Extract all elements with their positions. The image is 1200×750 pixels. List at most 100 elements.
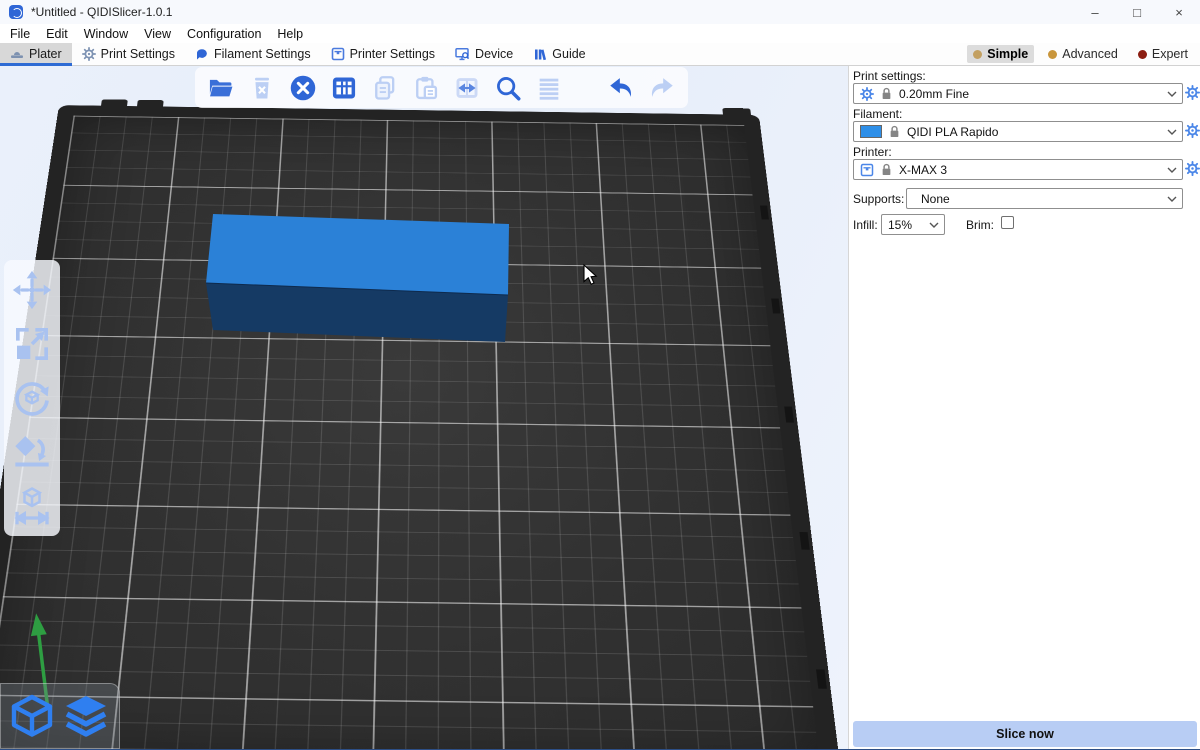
- slice-now-button[interactable]: Slice now: [853, 721, 1197, 747]
- lock-icon: [881, 163, 892, 176]
- undo-icon[interactable]: [607, 74, 635, 102]
- search-icon[interactable]: [494, 74, 522, 102]
- move-icon[interactable]: [12, 270, 52, 310]
- menu-edit[interactable]: Edit: [38, 27, 76, 41]
- mode-label: Advanced: [1062, 47, 1118, 61]
- filament-dropdown[interactable]: QIDI PLA Rapido: [853, 121, 1183, 142]
- gear-icon: [82, 47, 96, 61]
- supports-value: None: [921, 192, 950, 206]
- redo-icon[interactable]: [648, 74, 676, 102]
- top-toolbar: [195, 67, 688, 108]
- tab-label: Printer Settings: [350, 47, 435, 61]
- device-monitor-icon: [455, 47, 470, 61]
- printer-dropdown[interactable]: X-MAX 3: [853, 159, 1183, 180]
- tab-label: Print Settings: [101, 47, 175, 61]
- measure-icon[interactable]: [12, 486, 52, 526]
- guide-books-icon: [533, 47, 547, 61]
- menu-configuration[interactable]: Configuration: [179, 27, 269, 41]
- filament-icon: [195, 47, 209, 61]
- chevron-down-icon: [1167, 167, 1177, 173]
- split-objects-icon[interactable]: [453, 74, 481, 102]
- paste-icon[interactable]: [412, 74, 440, 102]
- simple-dot-icon: [973, 50, 982, 59]
- minimize-button[interactable]: –: [1074, 0, 1116, 24]
- place-on-face-icon[interactable]: [12, 432, 52, 472]
- viewport-3d[interactable]: [0, 66, 848, 749]
- printer-gear-button[interactable]: [1185, 161, 1200, 176]
- menu-help[interactable]: Help: [269, 27, 311, 41]
- chevron-down-icon: [1167, 196, 1177, 202]
- tab-device[interactable]: Device: [445, 43, 523, 65]
- qidislicer-window: { "window": { "title": "*Untitled - QIDI…: [0, 0, 1200, 750]
- mode-advanced[interactable]: Advanced: [1042, 45, 1124, 63]
- infill-label: Infill:: [853, 218, 878, 232]
- chevron-down-icon: [1167, 129, 1177, 135]
- infill-dropdown[interactable]: 15%: [881, 214, 945, 235]
- tab-print-settings[interactable]: Print Settings: [72, 43, 185, 65]
- window-title: *Untitled - QIDISlicer-1.0.1: [31, 5, 172, 19]
- close-button[interactable]: ×: [1158, 0, 1200, 24]
- left-toolbar: [4, 260, 60, 536]
- mode-simple[interactable]: Simple: [967, 45, 1034, 63]
- mode-label: Expert: [1152, 47, 1188, 61]
- tab-label: Plater: [29, 47, 62, 61]
- arrange-icon[interactable]: [330, 74, 358, 102]
- menu-bar: File Edit Window View Configuration Help: [0, 24, 1200, 43]
- app-logo-icon: [9, 5, 23, 19]
- tab-label: Device: [475, 47, 513, 61]
- expert-dot-icon: [1138, 50, 1147, 59]
- mouse-cursor: [583, 264, 599, 286]
- print-settings-dropdown[interactable]: 0.20mm Fine: [853, 83, 1183, 104]
- printer-label: Printer:: [853, 145, 892, 159]
- menu-view[interactable]: View: [136, 27, 179, 41]
- printer-value: X-MAX 3: [899, 163, 947, 177]
- tab-plater[interactable]: Plater: [0, 43, 72, 65]
- print-settings-label: Print settings:: [853, 69, 926, 83]
- plater-icon: [10, 47, 24, 61]
- gear-icon: [860, 87, 874, 101]
- chevron-down-icon: [929, 222, 939, 228]
- filament-color-swatch: [860, 125, 882, 138]
- mode-expert[interactable]: Expert: [1132, 45, 1194, 63]
- model-box[interactable]: [0, 66, 848, 749]
- mode-label: Simple: [987, 47, 1028, 61]
- lock-icon: [881, 87, 892, 100]
- tab-printer-settings[interactable]: Printer Settings: [321, 43, 445, 65]
- tab-label: Guide: [552, 47, 585, 61]
- printer-icon: [860, 163, 874, 177]
- tab-bar: Plater Print Settings Filament Settings …: [0, 43, 1200, 66]
- tab-label: Filament Settings: [214, 47, 311, 61]
- scale-icon[interactable]: [12, 324, 52, 364]
- print-settings-gear-button[interactable]: [1185, 85, 1200, 100]
- sidebar: Print settings: 0.20mm Fine Filament: QI…: [848, 66, 1200, 749]
- advanced-dot-icon: [1048, 50, 1057, 59]
- preview-layers-view-icon[interactable]: [63, 693, 109, 739]
- 3d-editor-view-icon[interactable]: [9, 693, 55, 739]
- delete-all-icon[interactable]: [289, 74, 317, 102]
- open-icon[interactable]: [207, 74, 235, 102]
- infill-value: 15%: [888, 218, 912, 232]
- rotate-icon[interactable]: [12, 378, 52, 418]
- tab-filament-settings[interactable]: Filament Settings: [185, 43, 321, 65]
- filament-gear-button[interactable]: [1185, 123, 1200, 138]
- variable-layer-height-icon[interactable]: [535, 74, 563, 102]
- mode-switcher: Simple Advanced Expert: [967, 43, 1194, 65]
- print-settings-value: 0.20mm Fine: [899, 87, 969, 101]
- copy-icon[interactable]: [371, 74, 399, 102]
- lock-icon: [889, 125, 900, 138]
- delete-icon[interactable]: [248, 74, 276, 102]
- menu-window[interactable]: Window: [76, 27, 136, 41]
- menu-file[interactable]: File: [2, 27, 38, 41]
- title-bar: *Untitled - QIDISlicer-1.0.1 – □ ×: [0, 0, 1200, 24]
- brim-checkbox[interactable]: [1001, 216, 1014, 229]
- supports-label: Supports:: [853, 192, 904, 206]
- maximize-button[interactable]: □: [1116, 0, 1158, 24]
- filament-value: QIDI PLA Rapido: [907, 125, 998, 139]
- printer-icon: [331, 47, 345, 61]
- view-switch-panel: [0, 683, 120, 749]
- tab-guide[interactable]: Guide: [523, 43, 595, 65]
- chevron-down-icon: [1167, 91, 1177, 97]
- filament-label: Filament:: [853, 107, 902, 121]
- supports-dropdown[interactable]: None: [906, 188, 1183, 209]
- brim-label: Brim:: [966, 218, 994, 232]
